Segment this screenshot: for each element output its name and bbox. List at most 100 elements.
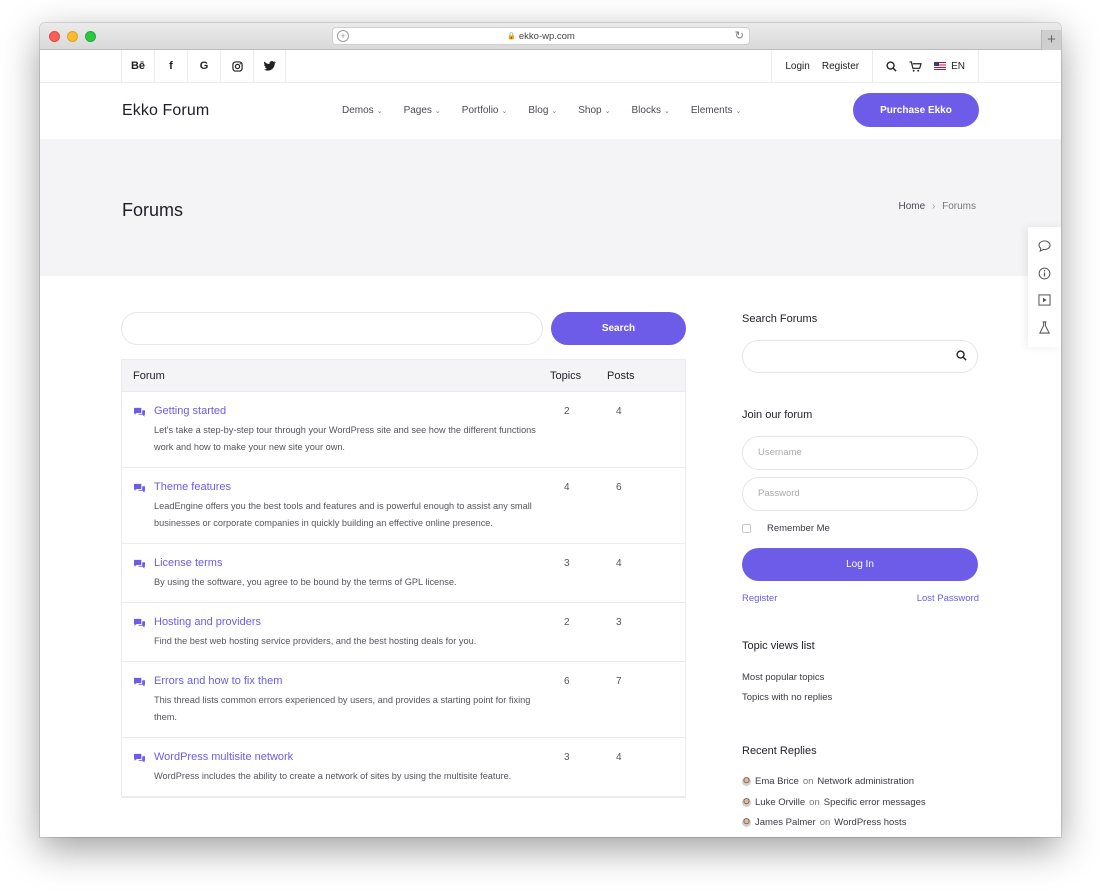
zoom-window-button[interactable] xyxy=(85,31,96,42)
forum-title-link[interactable]: Getting started xyxy=(154,404,685,419)
forum-icon xyxy=(134,483,145,493)
forum-posts-count: 7 xyxy=(616,676,622,687)
reply-user-link[interactable]: James Palmer xyxy=(755,817,816,828)
forum-table: Forum Topics Posts Getting started Let's… xyxy=(121,359,686,798)
nav-elements[interactable]: Elements ⌄ xyxy=(691,105,742,116)
chat-icon[interactable] xyxy=(1038,240,1051,253)
forum-topics-count: 4 xyxy=(564,482,570,493)
minimize-window-button[interactable] xyxy=(67,31,78,42)
nav-blocks[interactable]: Blocks ⌄ xyxy=(631,105,669,116)
nav-demos[interactable]: Demos ⌄ xyxy=(342,105,383,116)
forum-title-link[interactable]: Errors and how to fix them xyxy=(154,674,685,689)
remember-me-checkbox[interactable] xyxy=(742,524,751,533)
search-forums-title: Search Forums xyxy=(742,313,818,325)
register-link[interactable]: Register xyxy=(822,61,859,72)
forum-table-header: Forum Topics Posts xyxy=(122,360,685,392)
chevron-down-icon: ⌄ xyxy=(434,108,441,115)
browser-chrome: + 🔒 ekko-wp.com ↻ + xyxy=(40,23,1061,50)
username-field[interactable]: Username xyxy=(742,436,978,470)
forum-posts-count: 3 xyxy=(616,617,622,628)
page-title: Forums xyxy=(122,200,184,220)
reply-user-link[interactable]: Ema Brice xyxy=(755,776,799,787)
avatar xyxy=(742,818,751,827)
nav-portfolio-label: Portfolio xyxy=(461,105,499,116)
search-icon[interactable] xyxy=(886,60,897,72)
nav-pages-label: Pages xyxy=(403,105,432,116)
search-icon[interactable] xyxy=(956,350,967,361)
avatar xyxy=(742,777,751,786)
col-posts: Posts xyxy=(607,370,635,382)
nav-elements-label: Elements xyxy=(690,105,733,116)
forum-title-link[interactable]: License terms xyxy=(154,556,685,571)
reply-on-text: on xyxy=(819,817,831,828)
forum-title-link[interactable]: WordPress multisite network xyxy=(154,750,685,765)
site-logo[interactable]: Ekko Forum xyxy=(122,102,209,120)
behance-icon[interactable]: Bē xyxy=(121,50,154,82)
table-row: License terms By using the software, you… xyxy=(122,544,685,603)
forum-topics-count: 6 xyxy=(564,676,570,687)
breadcrumb: Home › Forums xyxy=(899,201,977,212)
forum-title-link[interactable]: Hosting and providers xyxy=(154,615,685,630)
chevron-down-icon: ⌄ xyxy=(604,108,611,115)
forum-description: LeadEngine offers you the best tools and… xyxy=(154,501,532,528)
most-popular-topics-link[interactable]: Most popular topics xyxy=(742,672,824,683)
nav-shop[interactable]: Shop ⌄ xyxy=(578,105,610,116)
table-row: Getting started Let's take a step-by-ste… xyxy=(122,392,685,468)
nav-portfolio[interactable]: Portfolio ⌄ xyxy=(462,105,508,116)
browser-window: + 🔒 ekko-wp.com ↻ + Bē f G Login Registe… xyxy=(40,23,1061,837)
new-tab-button[interactable]: + xyxy=(1041,30,1061,50)
nav-blog[interactable]: Blog ⌄ xyxy=(528,105,557,116)
forum-topics-count: 3 xyxy=(564,558,570,569)
join-forum-title: Join our forum xyxy=(742,409,813,421)
nav-blocks-label: Blocks xyxy=(631,105,661,116)
twitter-icon[interactable] xyxy=(253,50,286,82)
us-flag-icon xyxy=(934,61,947,70)
reply-user-link[interactable]: Luke Orville xyxy=(755,797,805,808)
lock-icon: 🔒 xyxy=(507,33,516,40)
site-header: Ekko Forum Demos ⌄ Pages ⌄ Portfolio ⌄ Blog… xyxy=(40,83,1061,139)
close-window-button[interactable] xyxy=(49,31,60,42)
address-bar[interactable]: + 🔒 ekko-wp.com ↻ xyxy=(332,27,750,45)
topic-views-title: Topic views list xyxy=(742,640,815,652)
nav-pages[interactable]: Pages ⌄ xyxy=(404,105,441,116)
google-icon[interactable]: G xyxy=(187,50,220,82)
forum-description: Let's take a step-by-step tour through y… xyxy=(154,425,536,452)
forum-search-input[interactable] xyxy=(121,312,543,345)
purchase-button[interactable]: Purchase Ekko xyxy=(853,93,979,127)
remember-me-label: Remember Me xyxy=(767,523,830,534)
forum-description: This thread lists common errors experien… xyxy=(154,695,531,722)
login-button[interactable]: Log In xyxy=(742,548,978,581)
cart-icon[interactable] xyxy=(909,60,922,72)
no-replies-topics-link[interactable]: Topics with no replies xyxy=(742,692,832,703)
forum-posts-count: 6 xyxy=(616,482,622,493)
forum-icon xyxy=(134,559,145,569)
reply-topic-link[interactable]: WordPress hosts xyxy=(834,817,906,828)
page-hero: Forums Home › Forums xyxy=(40,139,1061,276)
password-field[interactable]: Password xyxy=(742,477,978,511)
site-info-icon[interactable]: + xyxy=(337,30,349,42)
remember-me[interactable]: Remember Me xyxy=(742,523,830,534)
register-link[interactable]: Register xyxy=(742,593,777,604)
forum-topics-count: 3 xyxy=(564,752,570,763)
forum-title-link[interactable]: Theme features xyxy=(154,480,685,495)
main-content: Search Forum Topics Posts Getting starte… xyxy=(40,276,1061,837)
reply-on-text: on xyxy=(809,797,820,808)
nav-demos-label: Demos xyxy=(342,105,374,116)
chevron-down-icon: ⌄ xyxy=(376,108,383,115)
breadcrumb-home[interactable]: Home xyxy=(899,201,926,212)
chevron-down-icon: ⌄ xyxy=(663,108,670,115)
reply-topic-link[interactable]: Network administration xyxy=(817,776,914,787)
facebook-icon[interactable]: f xyxy=(154,50,187,82)
language-switcher[interactable]: EN xyxy=(934,61,965,72)
forum-search-button[interactable]: Search xyxy=(551,312,686,345)
forum-topics-count: 2 xyxy=(564,617,570,628)
nav-blog-label: Blog xyxy=(528,105,549,116)
sidebar-search-input[interactable] xyxy=(742,340,978,373)
lost-password-link[interactable]: Lost Password xyxy=(917,593,979,604)
forum-posts-count: 4 xyxy=(616,752,622,763)
instagram-icon[interactable] xyxy=(220,50,253,82)
reload-icon[interactable]: ↻ xyxy=(735,29,744,42)
chevron-down-icon: ⌄ xyxy=(735,108,742,115)
login-link[interactable]: Login xyxy=(785,61,809,72)
reply-topic-link[interactable]: Specific error messages xyxy=(824,797,926,808)
